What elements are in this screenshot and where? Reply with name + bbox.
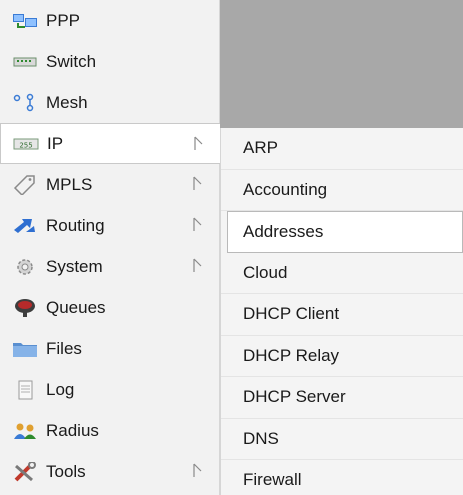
submenu-arrow-icon — [193, 463, 202, 477]
submenu-arrow-icon — [193, 258, 202, 272]
menu-item-system[interactable]: System — [0, 246, 219, 287]
menu-item-label: Radius — [46, 420, 99, 440]
submenu-item-dns[interactable]: DNS — [221, 419, 463, 460]
menu-item-label: IP — [47, 133, 64, 153]
menu-item-label: Mesh — [46, 92, 88, 112]
menu-item-radius[interactable]: Radius — [0, 410, 219, 451]
menu-item-mesh[interactable]: Mesh — [0, 82, 219, 123]
submenu-item-dhcp-relay[interactable]: DHCP Relay — [221, 336, 463, 377]
menu-item-routing[interactable]: Routing — [0, 205, 219, 246]
menu-item-label: MPLS — [46, 174, 93, 194]
menu-item-mpls[interactable]: MPLS — [0, 164, 219, 205]
submenu-item-addresses[interactable]: Addresses — [227, 211, 463, 253]
routing-icon — [12, 215, 38, 237]
workspace-background — [220, 0, 463, 128]
submenu-item-firewall[interactable]: Firewall — [221, 460, 463, 495]
app-root: PPP Switch Mesh 255 IP MPLS Routing Syst… — [0, 0, 463, 495]
queues-icon — [12, 297, 38, 319]
log-icon — [12, 379, 38, 401]
menu-item-label: Routing — [46, 215, 105, 235]
menu-item-ppp[interactable]: PPP — [0, 0, 219, 41]
menu-item-label: Queues — [46, 297, 106, 317]
mesh-icon — [12, 92, 38, 114]
submenu-item-accounting[interactable]: Accounting — [221, 170, 463, 211]
radius-icon — [12, 420, 38, 442]
switch-icon — [12, 51, 38, 73]
submenu-item-dhcp-server[interactable]: DHCP Server — [221, 377, 463, 419]
menu-item-switch[interactable]: Switch — [0, 41, 219, 82]
menu-item-label: Switch — [46, 51, 97, 71]
menu-item-ip[interactable]: 255 IP — [0, 123, 220, 164]
ppp-icon — [12, 10, 38, 32]
menu-item-label: Log — [46, 379, 75, 399]
ip-submenu: ARP Accounting Addresses Cloud DHCP Clie… — [220, 128, 463, 495]
submenu-arrow-icon — [194, 136, 203, 150]
files-icon — [12, 338, 38, 360]
svg-text:255: 255 — [19, 141, 32, 149]
menu-item-files[interactable]: Files — [0, 328, 219, 369]
menu-item-label: PPP — [46, 10, 81, 30]
menu-item-label: Files — [46, 338, 82, 358]
submenu-arrow-icon — [193, 217, 202, 231]
menu-item-queues[interactable]: Queues — [0, 287, 219, 328]
submenu-arrow-icon — [193, 176, 202, 190]
submenu-item-arp[interactable]: ARP — [221, 128, 463, 170]
submenu-item-dhcp-client[interactable]: DHCP Client — [221, 294, 463, 336]
submenu-item-cloud[interactable]: Cloud — [221, 253, 463, 294]
menu-item-log[interactable]: Log — [0, 369, 219, 410]
ip-icon: 255 — [13, 133, 39, 155]
main-menu: PPP Switch Mesh 255 IP MPLS Routing Syst… — [0, 0, 220, 495]
mpls-icon — [12, 174, 38, 196]
menu-item-tools[interactable]: Tools — [0, 451, 219, 492]
menu-item-label: System — [46, 256, 103, 276]
tools-icon — [12, 461, 38, 483]
system-icon — [12, 256, 38, 278]
menu-item-label: Tools — [46, 461, 86, 481]
